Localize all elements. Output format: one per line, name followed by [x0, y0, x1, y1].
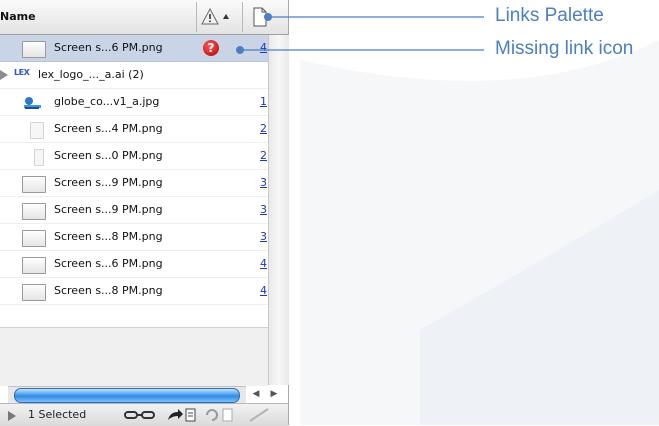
disclosure-triangle-icon[interactable]: [0, 70, 8, 80]
link-row[interactable]: globe_co...v1_a.jpg 1: [0, 89, 268, 116]
link-row[interactable]: Screen s...8 PM.png 4: [0, 278, 268, 305]
link-filename: Screen s...8 PM.png: [54, 230, 163, 243]
column-header: Name: [0, 0, 288, 35]
page-link[interactable]: 3: [260, 203, 267, 216]
link-filename: globe_co...v1_a.jpg: [54, 95, 160, 108]
link-row[interactable]: Screen s...9 PM.png 3: [0, 197, 268, 224]
page-link[interactable]: 1: [260, 95, 267, 108]
selection-count: 1 Selected: [28, 408, 87, 421]
warning-sort-icon[interactable]: [200, 7, 236, 27]
links-palette: Name Screen s...6 PM.png ? 4 LEX lex_log…: [0, 0, 289, 426]
missing-link-icon-callout: Missing link icon: [495, 38, 634, 59]
scroll-right-arrow-icon[interactable]: ▶: [264, 387, 284, 402]
file-thumbnail-icon: [22, 257, 46, 274]
header-divider: [196, 2, 197, 32]
missing-link-icon[interactable]: ?: [203, 40, 219, 56]
page-link[interactable]: 4: [260, 41, 267, 54]
list-empty-area: [0, 327, 268, 386]
file-thumbnail-icon: [22, 230, 46, 247]
links-list: Screen s...6 PM.png ? 4 LEX lex_logo_...…: [0, 35, 268, 327]
relink-icon[interactable]: [124, 408, 156, 422]
link-row-missing[interactable]: Screen s...6 PM.png ? 4: [0, 35, 268, 62]
link-filename: Screen s...8 PM.png: [54, 284, 163, 297]
link-filename: Screen s...4 PM.png: [54, 122, 163, 135]
go-to-link-icon[interactable]: [166, 408, 198, 422]
edit-original-icon[interactable]: [246, 408, 272, 422]
link-filename: Screen s...9 PM.png: [54, 203, 163, 216]
link-filename: Screen s...6 PM.png: [54, 41, 163, 54]
file-thumbnail-icon: [22, 284, 46, 301]
link-row[interactable]: Screen s...6 PM.png 4: [0, 251, 268, 278]
page-link[interactable]: 4: [260, 257, 267, 270]
page-link[interactable]: 3: [260, 176, 267, 189]
link-group-row[interactable]: LEX lex_logo_..._a.ai (2): [0, 62, 268, 89]
name-column-header[interactable]: Name: [0, 10, 36, 23]
status-bar: 1 Selected: [0, 403, 288, 426]
update-link-icon[interactable]: [204, 408, 236, 422]
page-link[interactable]: 3: [260, 230, 267, 243]
link-filename: Screen s...6 PM.png: [54, 257, 163, 270]
file-thumbnail-icon: [30, 122, 44, 139]
links-palette-callout: Links Palette: [495, 5, 604, 26]
file-thumbnail-icon: [22, 203, 46, 220]
link-row[interactable]: Screen s...9 PM.png 3: [0, 170, 268, 197]
link-filename: Screen s...0 PM.png: [54, 149, 163, 162]
link-filename: lex_logo_..._a.ai (2): [38, 68, 144, 81]
page-link[interactable]: 2: [260, 149, 267, 162]
page-link[interactable]: 4: [260, 284, 267, 297]
page-column-icon[interactable]: [252, 6, 268, 28]
link-filename: Screen s...9 PM.png: [54, 176, 163, 189]
header-divider: [242, 2, 243, 32]
horizontal-scrollbar-thumb[interactable]: [14, 388, 240, 403]
lex-logo-icon: LEX: [14, 68, 30, 77]
vertical-scrollbar[interactable]: [268, 35, 289, 385]
page-link[interactable]: 2: [260, 122, 267, 135]
globe-image-thumbnail-icon: [24, 97, 41, 109]
expand-info-triangle-icon[interactable]: [8, 411, 16, 421]
file-thumbnail-icon: [22, 176, 46, 193]
link-row[interactable]: Screen s...4 PM.png 2: [0, 116, 268, 143]
file-thumbnail-icon: [34, 149, 44, 166]
scroll-left-arrow-icon[interactable]: ◀: [246, 387, 266, 402]
link-row[interactable]: Screen s...0 PM.png 2: [0, 143, 268, 170]
file-thumbnail-icon: [22, 41, 46, 58]
link-row[interactable]: Screen s...8 PM.png 3: [0, 224, 268, 251]
